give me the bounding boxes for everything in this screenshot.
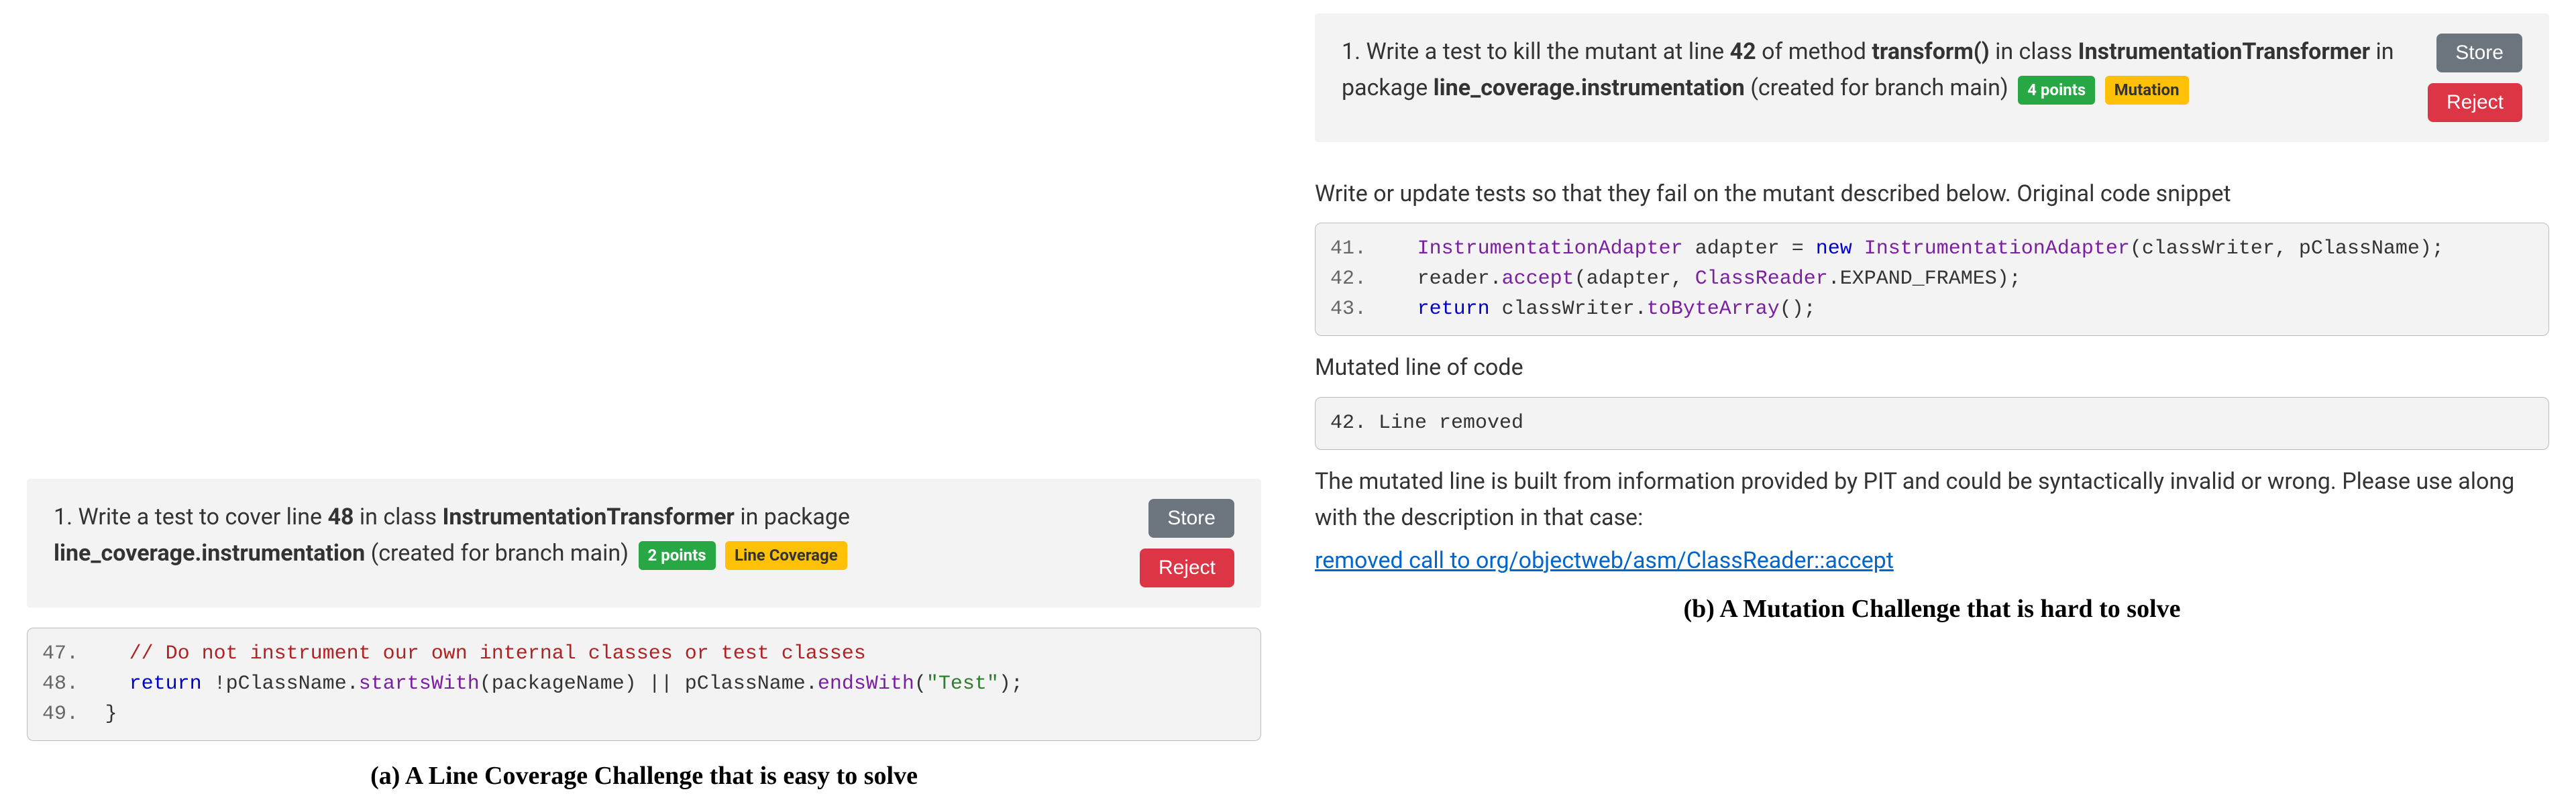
prompt-text: in package (735, 504, 850, 530)
method: toByteArray (1647, 298, 1780, 321)
store-button[interactable]: Store (2436, 34, 2522, 72)
keyword: return (1417, 298, 1490, 321)
line-number: 48 (327, 504, 354, 530)
line-num: 42. (1330, 264, 1369, 294)
prompt-text: in class (1990, 38, 2078, 65)
code-text: ); (999, 673, 1023, 695)
string: "Test" (926, 673, 999, 695)
panel-a: 1. Write a test to cover line 48 in clas… (0, 0, 1288, 804)
code-text: reader. (1417, 268, 1502, 290)
package-name: line_coverage.instrumentation (54, 540, 365, 567)
points-badge: 2 points (639, 541, 716, 569)
line-number: 42 (1730, 38, 1756, 65)
prompt-text: (created for branch main) (1745, 74, 2008, 101)
comment: // Do not instrument our own internal cl… (129, 642, 866, 665)
prompt-text: in class (354, 504, 442, 530)
method: startsWith (359, 673, 480, 695)
method-name: transform() (1872, 38, 1989, 65)
line-num: 41. (1330, 234, 1369, 264)
mutated-label: Mutated line of code (1315, 349, 2549, 386)
line-num: 49. (42, 699, 81, 730)
code-text: (); (1780, 298, 1816, 321)
type-badge: Line Coverage (725, 541, 847, 569)
type: InstrumentationAdapter (1417, 237, 1683, 260)
prompt-text: (created for branch main) (365, 540, 629, 567)
line-num: 48. (42, 669, 81, 699)
description-text: Write or update tests so that they fail … (1315, 176, 2549, 212)
type: InstrumentationAdapter (1852, 237, 2130, 260)
package-name: line_coverage.instrumentation (1434, 74, 1745, 101)
challenge-box-b: 1. Write a test to kill the mutant at li… (1315, 13, 2549, 142)
mutated-line-block: 42. Line removed (1315, 397, 2549, 450)
class-name: InstrumentationTransformer (442, 504, 734, 530)
caption-b: (b) A Mutation Challenge that is hard to… (1315, 594, 2549, 624)
description-text-2: The mutated line is built from informati… (1315, 463, 2549, 536)
store-button[interactable]: Store (1148, 499, 1234, 538)
code-text: adapter = (1683, 237, 1816, 260)
code-text: (classWriter, pClassName); (2130, 237, 2444, 260)
code-snippet-b: 41. InstrumentationAdapter adapter = new… (1315, 223, 2549, 336)
code-text: } (105, 703, 117, 726)
code-text: !pClassName. (202, 673, 359, 695)
reject-button[interactable]: Reject (2428, 83, 2522, 122)
method: endsWith (818, 673, 914, 695)
challenge-box-a: 1. Write a test to cover line 48 in clas… (27, 479, 1261, 608)
actions-a: Store Reject (1140, 499, 1234, 587)
panel-b: 1. Write a test to kill the mutant at li… (1288, 0, 2576, 804)
line-num: 47. (42, 639, 81, 669)
prompt-text: 1. Write a test to cover line (54, 504, 327, 530)
points-badge: 4 points (2018, 76, 2095, 104)
line-num: 43. (1330, 294, 1369, 325)
code-text: (packageName) || pClassName. (480, 673, 818, 695)
caption-a: (a) A Line Coverage Challenge that is ea… (27, 761, 1261, 791)
challenge-prompt-b: 1. Write a test to kill the mutant at li… (1342, 34, 2414, 107)
actions-b: Store Reject (2428, 34, 2522, 122)
keyword: return (129, 673, 202, 695)
code-text: (adapter, (1574, 268, 1695, 290)
method: accept (1502, 268, 1574, 290)
code-snippet-a: 47. // Do not instrument our own interna… (27, 628, 1261, 741)
prompt-text: of method (1756, 38, 1872, 65)
reject-button[interactable]: Reject (1140, 549, 1234, 587)
code-text: .EXPAND_FRAMES); (1828, 268, 2021, 290)
type-badge: Mutation (2105, 76, 2189, 104)
code-text: ( (914, 673, 926, 695)
challenge-prompt-a: 1. Write a test to cover line 48 in clas… (54, 499, 1126, 572)
keyword: new (1816, 237, 1852, 260)
class-name: InstrumentationTransformer (2078, 38, 2370, 65)
type: ClassReader (1695, 268, 1828, 290)
mutation-description-link[interactable]: removed call to org/objectweb/asm/ClassR… (1315, 547, 2549, 574)
code-text: classWriter. (1490, 298, 1647, 321)
prompt-text: 1. Write a test to kill the mutant at li… (1342, 38, 1730, 65)
